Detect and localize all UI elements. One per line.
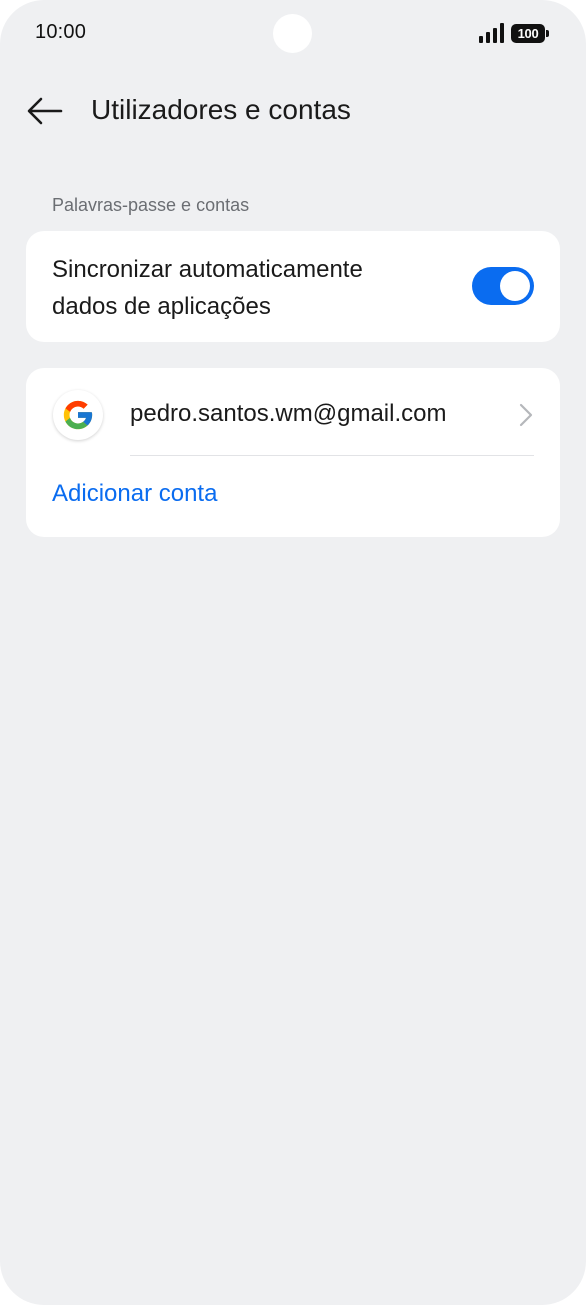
arrow-left-icon	[27, 97, 63, 125]
row-divider	[130, 455, 534, 456]
add-account-button[interactable]: Adicionar conta	[52, 478, 217, 510]
account-email: pedro.santos.wm@gmail.com	[130, 400, 447, 427]
settings-screen: 10:00 100 Utilizadores e contas Palavras…	[0, 0, 586, 1305]
chevron-right-icon	[519, 403, 533, 427]
toggle-knob	[500, 271, 530, 301]
camera-cutout	[273, 14, 312, 53]
page-title: Utilizadores e contas	[91, 94, 351, 125]
google-logo-icon	[53, 390, 103, 440]
battery-icon: 100	[511, 24, 549, 43]
battery-level: 100	[511, 24, 545, 43]
battery-tip	[546, 30, 549, 37]
accounts-card: pedro.santos.wm@gmail.com Adicionar cont…	[26, 368, 560, 537]
sync-card: Sincronizar automaticamente dados de apl…	[26, 231, 560, 342]
section-label: Palavras-passe e contas	[52, 195, 250, 215]
back-button[interactable]	[22, 88, 68, 134]
status-bar: 10:00 100	[0, 0, 586, 68]
account-row-google[interactable]: pedro.santos.wm@gmail.com	[26, 368, 560, 456]
sync-toggle[interactable]	[472, 267, 534, 305]
status-time: 10:00	[35, 21, 87, 43]
signal-bars-icon	[479, 23, 504, 43]
sync-label: Sincronizar automaticamente dados de apl…	[52, 256, 363, 320]
